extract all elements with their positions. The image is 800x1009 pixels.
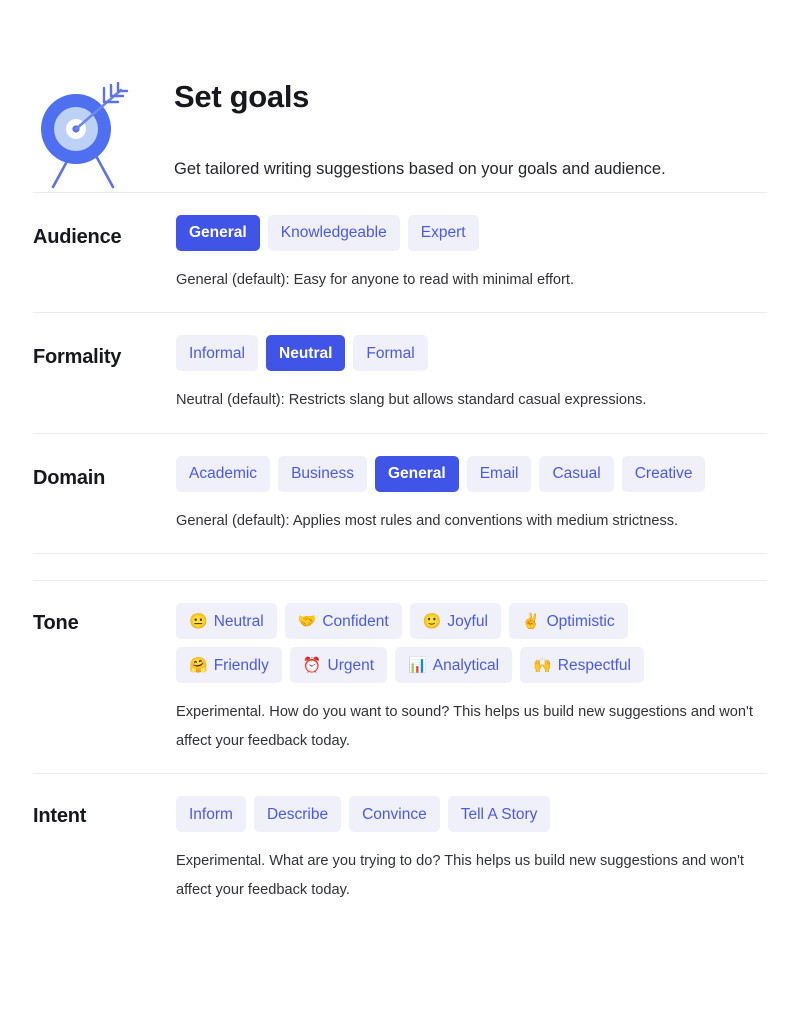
option-label: Describe [266, 805, 329, 823]
section-label-audience: Audience [33, 226, 122, 248]
section-description-audience: General (default): Easy for anyone to re… [176, 272, 575, 288]
option-label: Academic [189, 465, 258, 483]
section-domain: Domain Academic Business General Email Casual… [0, 434, 800, 553]
section-body-formality: Informal Neutral Formal Neutral (default): … [176, 335, 770, 414]
option-tone-urgent[interactable]: ⏰ Urgent [289, 647, 388, 684]
slightly-smiling-face-emoji: 🙂 [422, 612, 442, 630]
section-formality: Formality Informal Neutral Formal Neutral (d… [0, 313, 800, 432]
option-domain-business[interactable]: Business [278, 455, 367, 492]
option-audience-expert[interactable]: Expert [407, 215, 479, 251]
alarm-clock-emoji: ⏰ [302, 656, 322, 674]
option-group-intent: Inform Describe Convince Tell A Story [176, 796, 696, 833]
option-tone-joyful[interactable]: 🙂 Joyful [409, 603, 501, 640]
option-formality-formal[interactable]: Formal [353, 335, 428, 372]
option-label: Neutral [213, 612, 264, 630]
option-label: Business [291, 465, 354, 483]
section-label-tone: Tone [33, 612, 79, 635]
section-body-audience: General Knowledgeable Expert General (defau… [176, 215, 770, 294]
section-label-intent: Intent [33, 805, 87, 828]
option-label: Email [479, 465, 519, 483]
option-label: Respectful [557, 656, 631, 674]
option-label: Informal [189, 344, 245, 362]
option-intent-tell-a-story[interactable]: Tell A Story [447, 796, 551, 833]
option-label: Formal [366, 344, 415, 362]
section-description-intent: Experimental. What are you trying to do?… [176, 853, 744, 898]
set-goals-panel: Set goals Get tailored writing suggestio… [0, 0, 800, 1009]
section-label-domain: Domain [33, 466, 106, 489]
option-domain-general[interactable]: General [374, 455, 459, 492]
option-tone-confident[interactable]: 🤝 Confident [284, 603, 402, 640]
option-intent-convince[interactable]: Convince [349, 796, 440, 833]
option-label: Expert [420, 224, 466, 242]
page-title: Set goals [174, 79, 310, 114]
section-label-formality: Formality [33, 346, 122, 369]
option-group-audience: General Knowledgeable Expert [176, 215, 770, 251]
option-label: General [387, 465, 446, 483]
section-description-formality: Neutral (default): Restricts slang but a… [176, 392, 647, 409]
option-tone-optimistic[interactable]: ✌️ Optimistic [508, 603, 628, 640]
option-label: Convince [362, 805, 427, 823]
option-tone-neutral[interactable]: 😐 Neutral [176, 603, 277, 640]
goal-sections: Audience General Knowledgeable Expert Genera… [0, 192, 800, 922]
option-label: Joyful [447, 612, 488, 630]
option-tone-analytical[interactable]: 📊 Analytical [395, 647, 513, 684]
option-tone-friendly[interactable]: 🤗 Friendly [176, 647, 282, 684]
option-label: Inform [189, 805, 233, 823]
option-intent-describe[interactable]: Describe [253, 796, 342, 833]
option-group-domain: Academic Business General Email Casual Creati… [176, 455, 770, 492]
panel-header: Set goals Get tailored writing suggestio… [0, 0, 800, 192]
section-tone: Tone 😐 Neutral 🤝 Confident 🙂 Joyful ✌️ Optimisti… [0, 581, 800, 773]
option-label: General [189, 224, 247, 242]
option-audience-general[interactable]: General [176, 215, 260, 251]
option-tone-respectful[interactable]: 🙌 Respectful [520, 647, 644, 684]
section-body-domain: Academic Business General Email Casual Creati… [176, 455, 770, 535]
section-description-domain: General (default): Applies most rules an… [176, 512, 679, 529]
option-label: Confident [322, 612, 389, 630]
option-label: Friendly [213, 656, 269, 674]
option-label: Optimistic [546, 612, 615, 630]
raising-hands-emoji: 🙌 [533, 656, 552, 674]
option-intent-inform[interactable]: Inform [176, 796, 246, 833]
target-with-arrow-icon [33, 81, 133, 192]
section-description-tone: Experimental. How do you want to sound? … [176, 704, 753, 749]
option-formality-neutral[interactable]: Neutral [266, 335, 346, 372]
hugging-face-emoji: 🤗 [189, 656, 208, 674]
bar-chart-emoji: 📊 [408, 656, 427, 674]
option-group-formality: Informal Neutral Formal [176, 335, 770, 372]
option-domain-academic[interactable]: Academic [176, 455, 271, 492]
option-label: Analytical [432, 656, 500, 674]
option-formality-informal[interactable]: Informal [176, 335, 258, 372]
option-audience-knowledgeable[interactable]: Knowledgeable [267, 215, 400, 251]
option-group-tone: 😐 Neutral 🤝 Confident 🙂 Joyful ✌️ Optimistic 🤗 Fr… [176, 603, 676, 684]
option-label: Tell A Story [460, 805, 538, 823]
handshake-emoji: 🤝 [297, 612, 317, 630]
option-label: Knowledgeable [280, 224, 387, 242]
option-label: Creative [634, 465, 693, 483]
section-intent: Intent Inform Describe Convince Tell A Story… [0, 774, 800, 922]
header-text-block: Set goals Get tailored writing suggestio… [133, 74, 666, 181]
page-subtitle: Get tailored writing suggestions based o… [174, 160, 666, 179]
victory-hand-emoji: ✌️ [521, 612, 541, 630]
neutral-face-emoji: 😐 [189, 612, 208, 630]
option-domain-creative[interactable]: Creative [621, 455, 706, 492]
section-body-tone: 😐 Neutral 🤝 Confident 🙂 Joyful ✌️ Optimistic 🤗 Fr… [176, 603, 770, 755]
section-spacer [0, 554, 800, 581]
section-audience: Audience General Knowledgeable Expert Genera… [0, 193, 800, 312]
section-body-intent: Inform Describe Convince Tell A Story Experi… [176, 796, 770, 904]
option-label: Neutral [279, 344, 333, 362]
option-label: Casual [552, 465, 601, 483]
option-domain-casual[interactable]: Casual [539, 455, 614, 492]
option-label: Urgent [327, 656, 375, 674]
option-domain-email[interactable]: Email [466, 455, 532, 492]
